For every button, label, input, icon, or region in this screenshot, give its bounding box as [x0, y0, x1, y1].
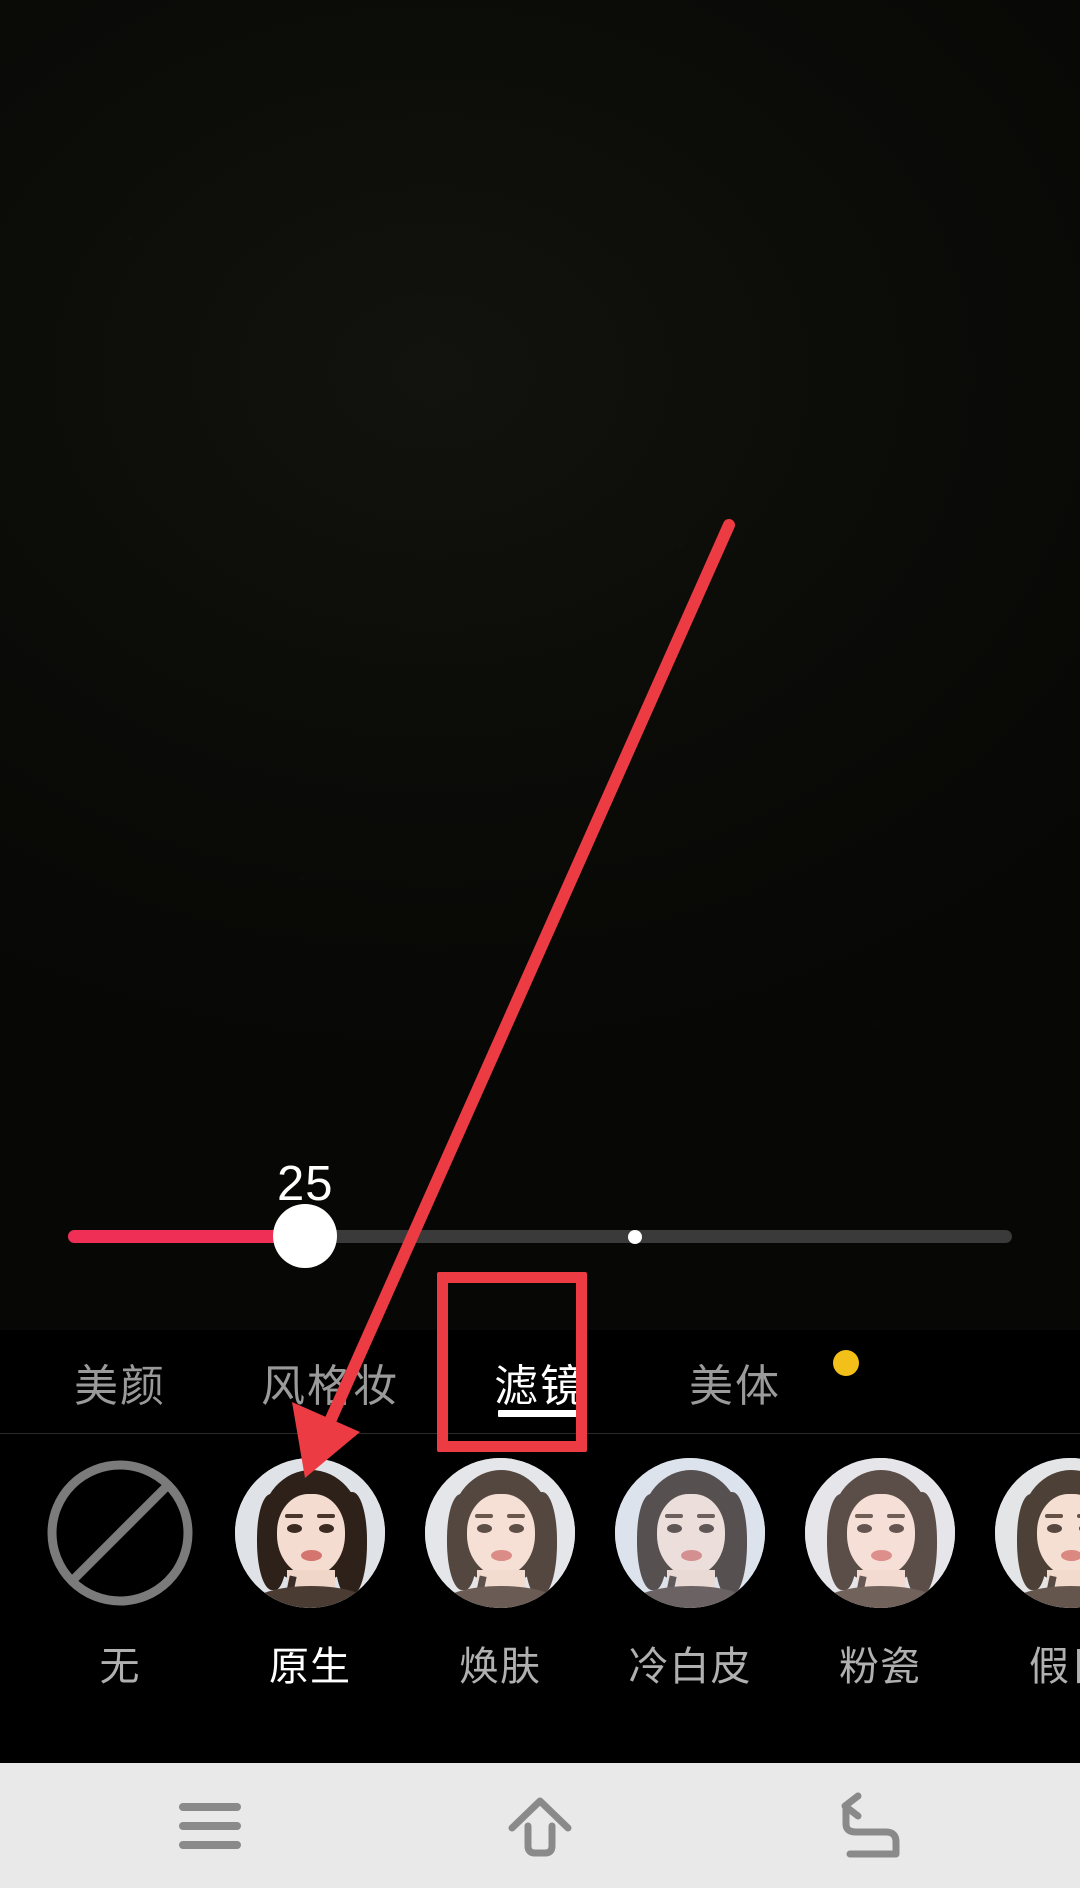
no-filter-glyph [47, 1460, 193, 1606]
filter-thumbnail [805, 1458, 955, 1608]
filter-label: 假日 [1029, 1645, 1080, 1689]
filter-item-fenci[interactable]: 粉瓷 [796, 1458, 964, 1718]
recents-button[interactable] [110, 1763, 310, 1888]
slider-track-fill [68, 1230, 306, 1243]
filter-label: 原生 [269, 1645, 351, 1689]
filter-item-jiari[interactable]: 假日 [986, 1458, 1080, 1718]
home-icon [508, 1797, 572, 1856]
mode-tabbar: 美颜 风格妆 滤镜 美体 [0, 1330, 1080, 1434]
filter-intensity-slider[interactable]: 25 [0, 1160, 1080, 1280]
new-badge-dot-icon [833, 1350, 859, 1376]
camera-preview[interactable] [0, 0, 1080, 1330]
tab-label: 滤镜 [494, 1362, 586, 1411]
tab-fenggezhuang[interactable]: 风格妆 [215, 1330, 445, 1434]
slider-thumb[interactable] [273, 1204, 337, 1268]
back-button[interactable] [770, 1763, 970, 1888]
slider-center-marker [628, 1230, 642, 1244]
tab-label: 美颜 [74, 1362, 166, 1411]
filter-item-lengbaipi[interactable]: 冷白皮 [606, 1458, 774, 1718]
filter-item-huanfu[interactable]: 焕肤 [416, 1458, 584, 1718]
filter-label: 粉瓷 [839, 1645, 921, 1689]
filter-thumbnail [615, 1458, 765, 1608]
tab-lvjing[interactable]: 滤镜 [450, 1330, 630, 1434]
tab-label: 美体 [689, 1362, 781, 1411]
tab-meiyan[interactable]: 美颜 [30, 1330, 210, 1434]
slider-value-text: 25 [277, 1157, 334, 1211]
filter-carousel[interactable]: 无 原生 焕肤 冷白皮 粉瓷 假 [0, 1434, 1080, 1741]
filter-thumbnail [425, 1458, 575, 1608]
filter-label: 焕肤 [459, 1645, 541, 1689]
filter-item-yuansheng[interactable]: 原生 [226, 1458, 394, 1718]
filter-label: 冷白皮 [628, 1645, 752, 1689]
phone-screen: 25 美颜 风格妆 滤镜 美体 无 原生 焕肤 冷白皮 粉瓷 假 [0, 0, 1080, 1888]
recents-icon [179, 1802, 241, 1849]
back-icon [841, 1792, 900, 1857]
filter-item-none[interactable]: 无 [36, 1458, 204, 1718]
no-filter-icon [45, 1458, 195, 1608]
tab-meiti[interactable]: 美体 [645, 1330, 859, 1434]
tab-label: 风格妆 [261, 1362, 399, 1411]
home-button[interactable] [440, 1763, 640, 1888]
tab-active-underline [498, 1410, 582, 1417]
filter-label: 无 [99, 1645, 141, 1689]
filter-thumbnail [235, 1458, 385, 1608]
filter-thumbnail [995, 1458, 1080, 1608]
android-navbar [0, 1763, 1080, 1888]
